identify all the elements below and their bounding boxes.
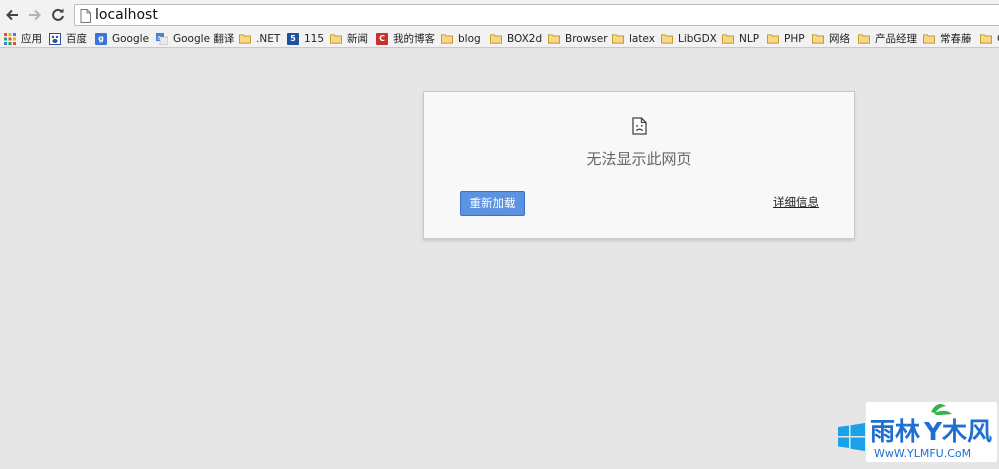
bookmark-label: .NET <box>256 32 281 45</box>
error-title: 无法显示此网页 <box>586 150 692 168</box>
bookmark-label: Google <box>112 32 150 45</box>
bookmark-network[interactable]: 网络 <box>812 30 850 47</box>
bookmark-php[interactable]: PHP <box>767 30 805 47</box>
folder-icon <box>490 33 502 45</box>
bookmark-nlp[interactable]: NLP <box>722 30 759 47</box>
csdn-icon: C <box>376 32 388 45</box>
bookmark-label: 常春藤 <box>940 33 972 45</box>
bookmark-libgdx[interactable]: LibGDX <box>661 30 717 47</box>
svg-text:雨林: 雨林 <box>870 417 920 446</box>
refresh-icon <box>52 8 64 21</box>
svg-text:a: a <box>157 34 161 41</box>
bookmark-label: 新闻 <box>347 33 368 45</box>
115-icon: 5 <box>287 32 299 45</box>
sad-page-icon <box>632 117 647 139</box>
bookmark-label: LibGDX <box>678 32 717 45</box>
folder-icon <box>812 33 824 45</box>
bookmark-product-manager[interactable]: 产品经理 <box>858 30 917 47</box>
address-bar[interactable]: localhost <box>74 4 999 26</box>
bookmark-blog[interactable]: blog <box>441 30 481 47</box>
back-arrow-icon <box>6 9 18 21</box>
svg-text:WwW.YLMFU.CoM: WwW.YLMFU.CoM <box>874 447 971 460</box>
folder-icon <box>980 33 992 45</box>
folder-icon <box>923 33 935 45</box>
bookmark-label: 百度 <box>66 33 87 45</box>
bookmark-overflow[interactable]: C <box>980 30 999 47</box>
bookmark-news[interactable]: 新闻 <box>330 30 368 47</box>
forward-arrow-icon <box>29 9 41 21</box>
apps-grid-icon <box>4 32 16 45</box>
details-link[interactable]: 详细信息 <box>773 194 819 210</box>
folder-icon <box>661 33 673 45</box>
bookmarks-bar: 应用 百度 g Google a Google 翻译 .NET 5 115 新闻… <box>0 30 999 48</box>
bookmark-dotnet[interactable]: .NET <box>239 30 280 47</box>
google-icon: g <box>95 32 107 45</box>
svg-text:Y: Y <box>923 417 943 446</box>
bookmark-box2d[interactable]: BOX2d <box>490 30 542 47</box>
reload-page-button[interactable] <box>48 5 68 25</box>
baidu-icon <box>49 32 61 45</box>
bookmark-label: 应用 <box>21 33 42 45</box>
bookmark-label: 我的博客 <box>393 33 435 45</box>
error-card: 无法显示此网页 重新加载 详细信息 <box>423 91 855 239</box>
bookmark-baidu[interactable]: 百度 <box>49 30 87 47</box>
forward-button[interactable] <box>25 5 45 25</box>
bookmark-label: blog <box>458 32 481 45</box>
folder-icon <box>441 33 453 45</box>
bookmark-label: 产品经理 <box>875 33 917 45</box>
folder-icon <box>330 33 342 45</box>
bookmark-google[interactable]: g Google <box>95 30 149 47</box>
folder-icon <box>722 33 734 45</box>
bookmark-label: NLP <box>739 32 760 45</box>
bookmark-google-translate[interactable]: a Google 翻译 <box>156 30 234 47</box>
bookmark-115[interactable]: 5 115 <box>287 30 324 47</box>
bookmark-apps[interactable]: 应用 <box>4 30 42 47</box>
bookmark-label: BOX2d <box>507 32 543 45</box>
bookmark-label: Browser <box>565 32 608 45</box>
back-button[interactable] <box>2 5 22 25</box>
url-text[interactable]: localhost <box>95 6 158 24</box>
folder-icon <box>767 33 779 45</box>
folder-icon <box>612 33 624 45</box>
folder-icon <box>548 33 560 45</box>
bookmark-my-blog[interactable]: C 我的博客 <box>376 30 435 47</box>
folder-icon <box>239 33 251 45</box>
bookmark-label: latex <box>629 32 655 45</box>
google-translate-icon: a <box>156 32 168 45</box>
page-icon <box>80 8 91 27</box>
svg-text:木风: 木风 <box>941 417 992 446</box>
reload-button[interactable]: 重新加载 <box>460 191 525 216</box>
ylmf-watermark-logo: 雨林 Y 木风 WwW.YLMFU.CoM <box>836 400 999 465</box>
bookmark-browser[interactable]: Browser <box>548 30 608 47</box>
browser-toolbar: localhost <box>0 0 999 30</box>
bookmark-latex[interactable]: latex <box>612 30 655 47</box>
bookmark-label: 115 <box>304 32 325 45</box>
folder-icon <box>858 33 870 45</box>
bookmark-label: Google 翻译 <box>173 33 235 45</box>
bookmark-label: 网络 <box>829 33 850 45</box>
bookmark-label: PHP <box>784 32 805 45</box>
bookmark-ivy[interactable]: 常春藤 <box>923 30 972 47</box>
